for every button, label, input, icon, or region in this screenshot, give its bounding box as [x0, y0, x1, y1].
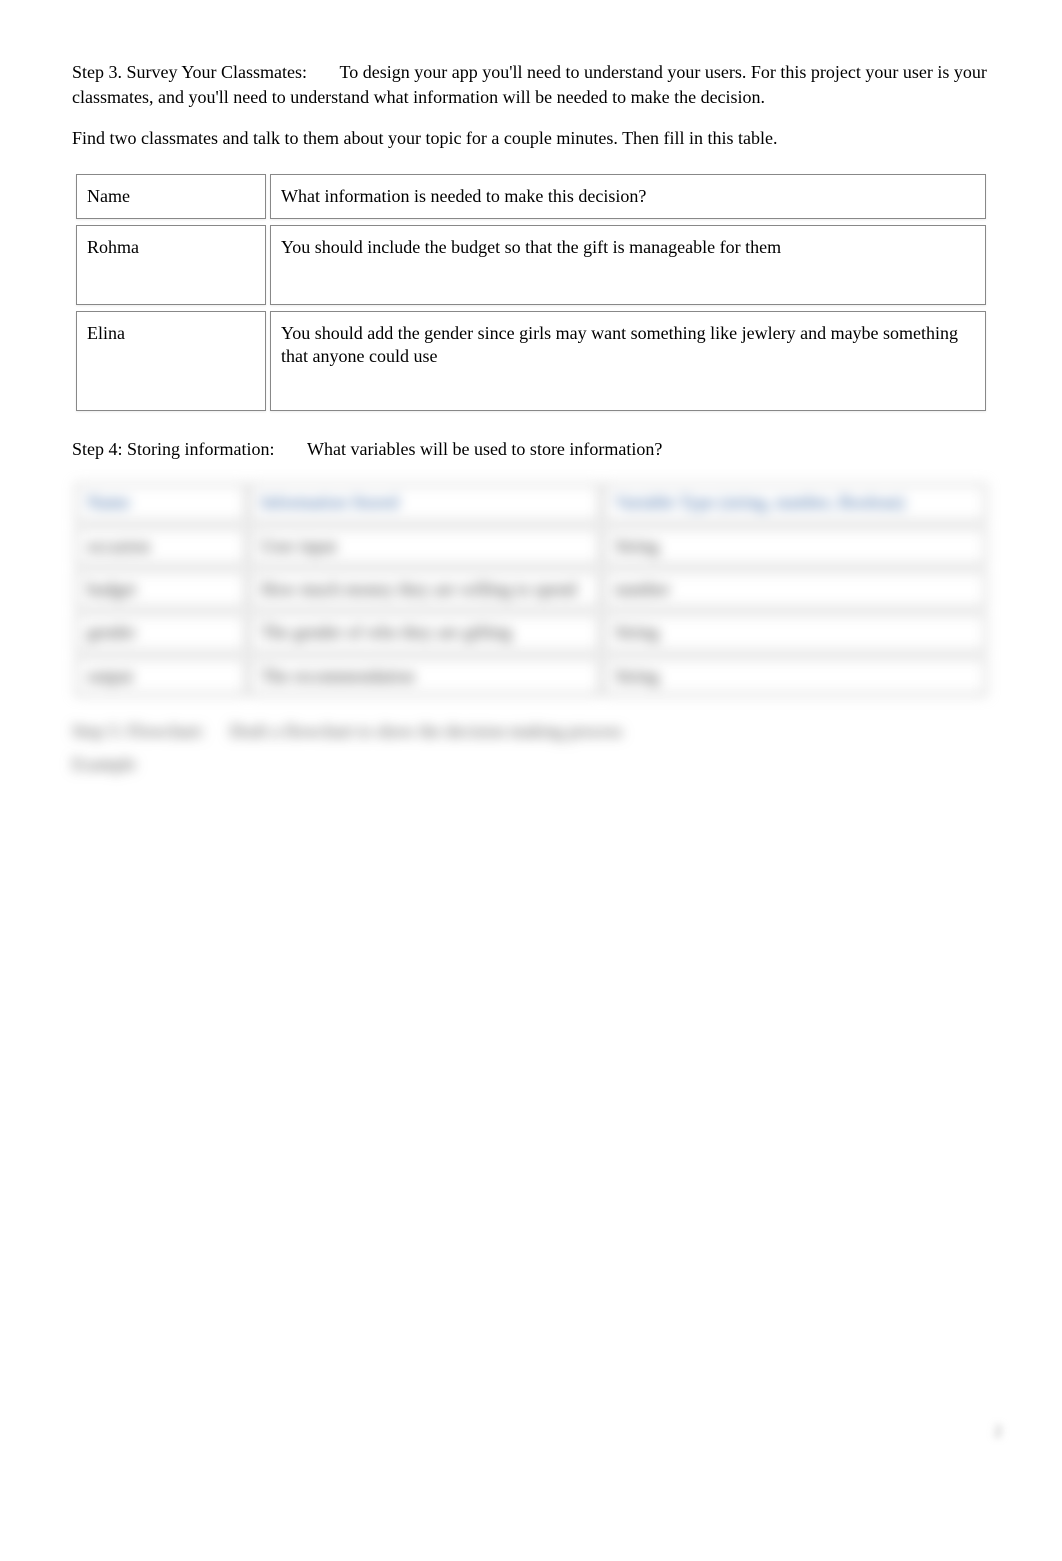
- step5-label: Step 5: Flowchart:: [72, 721, 205, 741]
- page-number: 2: [994, 1423, 1002, 1441]
- table-row: Name What information is needed to make …: [76, 174, 986, 219]
- table-cell: String: [604, 614, 986, 651]
- table-row: Name Information Stored Variable Type (s…: [76, 484, 986, 521]
- step4-text: What variables will be used to store inf…: [307, 439, 662, 459]
- table-row: Rohma You should include the budget so t…: [76, 225, 986, 305]
- table-cell: How much money they are willing to spend: [250, 571, 600, 608]
- step5-text: Draft a flowchart to show the decision m…: [230, 721, 623, 741]
- variables-table: Name Information Stored Variable Type (s…: [72, 478, 990, 701]
- step5-heading: Step 5: Flowchart: Draft a flowchart to …: [72, 721, 990, 742]
- table-cell-info: You should include the budget so that th…: [270, 225, 986, 305]
- table-row: gender The gender of who they are giftin…: [76, 614, 986, 651]
- table-cell: User input: [250, 528, 600, 565]
- table-cell: String: [604, 658, 986, 695]
- table-cell: String: [604, 528, 986, 565]
- table-cell-name: Elina: [76, 311, 266, 411]
- table-cell: The gender of who they are gifting: [250, 614, 600, 651]
- table-cell: output: [76, 658, 246, 695]
- table-row: occasion User input String: [76, 528, 986, 565]
- table-header-stored: Information Stored: [250, 484, 600, 521]
- table-cell: The recommendation: [250, 658, 600, 695]
- classmates-table: Name What information is needed to make …: [72, 168, 990, 417]
- table-header-type: Variable Type (string, number, Boolean): [604, 484, 986, 521]
- table-row: Elina You should add the gender since gi…: [76, 311, 986, 411]
- table-cell: occasion: [76, 528, 246, 565]
- table-cell: gender: [76, 614, 246, 651]
- step4-heading: Step 4: Storing information: What variab…: [72, 437, 990, 462]
- table-cell-name: Rohma: [76, 225, 266, 305]
- table-header-info: What information is needed to make this …: [270, 174, 986, 219]
- table-cell: budget: [76, 571, 246, 608]
- table-header-name: Name: [76, 174, 266, 219]
- step3-label: Step 3. Survey Your Classmates:: [72, 62, 307, 82]
- step3-heading: Step 3. Survey Your Classmates: To desig…: [72, 60, 990, 110]
- table-header-varname: Name: [76, 484, 246, 521]
- step4-label: Step 4: Storing information:: [72, 439, 275, 459]
- table-row: output The recommendation String: [76, 658, 986, 695]
- table-cell-info: You should add the gender since girls ma…: [270, 311, 986, 411]
- table-cell: number: [604, 571, 986, 608]
- step5-example: Example: [72, 754, 990, 775]
- step3-instruction: Find two classmates and talk to them abo…: [72, 126, 990, 151]
- table-row: budget How much money they are willing t…: [76, 571, 986, 608]
